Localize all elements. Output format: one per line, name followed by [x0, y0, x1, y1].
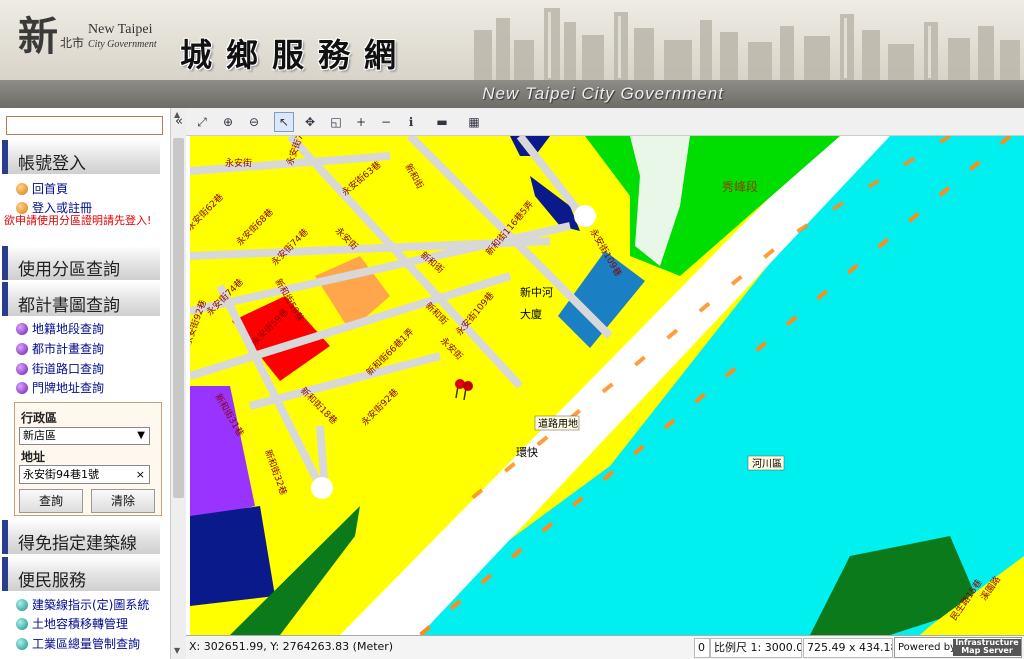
map-scale: 比例尺 1: 3000.00 — [710, 638, 802, 658]
cul-de-sac — [574, 205, 596, 227]
place-label-building: 大廈 — [520, 307, 542, 321]
street-label: 永安街 — [438, 335, 466, 363]
pointer-icon[interactable]: ↖ — [274, 112, 294, 132]
street-label: 永安街 — [225, 157, 252, 169]
full-extent-icon[interactable]: ⤢ — [192, 112, 212, 132]
coordinate-readout: X: 302651.99, Y: 2764263.83 (Meter) — [189, 640, 394, 653]
purple-bullet-icon — [16, 382, 28, 394]
street-label: 新和街 — [402, 162, 426, 191]
section-account-login[interactable]: 帳號登入 — [2, 140, 160, 174]
street-label: 永安街109巷 — [453, 289, 496, 337]
link-industrial-zone-control[interactable]: 工業區總量管制查詢 — [16, 635, 140, 652]
logo-sub: 北市 — [60, 36, 85, 50]
place-label-river-zone: 河川區 — [752, 458, 782, 470]
logo-english-name: New Taipei — [88, 22, 153, 37]
skyline-graphic — [474, 8, 1020, 80]
street-label: 永安街92巷 — [190, 298, 209, 347]
link-home[interactable]: 回首頁 — [16, 180, 68, 197]
link-floor-area-transfer[interactable]: 土地容積移轉管理 — [16, 615, 128, 632]
street-label: 永安街74巷 — [269, 226, 311, 268]
query-button[interactable]: 查詢 — [19, 489, 83, 513]
place-label-expressway: 環快 — [516, 446, 538, 459]
teal-bullet-icon — [16, 618, 28, 630]
purple-bullet-icon — [16, 363, 28, 375]
map-toolbar: ⤢ ⊕ ⊖ ↖ ✥ ◱ + − ℹ ▬ ▦ — [186, 108, 1024, 136]
clear-input-icon[interactable]: × — [136, 466, 145, 483]
street-label: 永安街62巷 — [190, 191, 226, 233]
link-intersection-query[interactable]: 街道路口查詢 — [16, 360, 104, 377]
measure-icon[interactable]: ▬ — [432, 112, 452, 132]
zoom-out-tool-icon[interactable]: ⊖ — [244, 112, 264, 132]
link-address-query[interactable]: 門牌地址查詢 — [16, 379, 104, 396]
district-select[interactable]: 新店區 ▼ — [19, 427, 150, 445]
purple-bullet-icon — [16, 343, 28, 355]
status-bar: X: 302651.99, Y: 2764263.83 (Meter) 0 比例… — [186, 635, 1024, 659]
link-building-line-system[interactable]: 建築線指示(定)圖系統 — [16, 596, 149, 613]
street-label: 永安街63巷 — [339, 159, 383, 199]
address-label: 地址 — [21, 450, 46, 464]
site-title: 城鄉服務網 — [180, 36, 411, 74]
navy-zone-left — [190, 506, 275, 606]
place-label-building: 新中河 — [520, 285, 553, 299]
clear-button[interactable]: 清除 — [91, 489, 155, 513]
street-label: 永安街68巷 — [234, 206, 276, 248]
district-label: 行政區 — [21, 411, 58, 425]
orange-bullet-icon — [16, 183, 28, 195]
zoom-out-icon[interactable]: − — [376, 112, 396, 132]
identify-icon[interactable]: ℹ — [401, 112, 421, 132]
login-notice: 欲申請使用分區證明請先登入! — [4, 214, 152, 227]
powered-by-badge: Powered by Infrastructure Map Server — [894, 637, 1022, 658]
link-urban-plan-query[interactable]: 都市計畫查詢 — [16, 340, 104, 357]
teal-bullet-icon — [16, 638, 28, 650]
place-label-road-land: 道路用地 — [538, 417, 578, 430]
map-svg: 永安街 永安街75巷 永安街63巷 新和街 永安街62巷 永安街68巷 永安街7… — [190, 136, 1024, 635]
section-citizen-service[interactable]: 便民服務 — [2, 557, 160, 591]
zoom-in-tool-icon[interactable]: ⊕ — [218, 112, 238, 132]
status-zero: 0 — [694, 638, 710, 658]
powered-by-text: Powered by — [898, 642, 956, 653]
street-label: 新和街32巷 — [262, 448, 290, 497]
sidebar: 帳號登入 回首頁 登入或註冊 欲申請使用分區證明請先登入! 使用分區查詢 都計書… — [0, 108, 186, 659]
map-extent-size: 725.49 x 434.18 ( — [803, 638, 893, 658]
map-canvas[interactable]: 永安街 永安街75巷 永安街63巷 新和街 永安街62巷 永安街68巷 永安街7… — [190, 136, 1024, 635]
logo-english-sub: City Government — [88, 39, 157, 50]
zoom-in-icon[interactable]: + — [351, 112, 371, 132]
sidebar-scrollbar[interactable]: ▲ ▼ — [170, 108, 186, 659]
orange-bullet-icon — [16, 202, 28, 214]
address-query-form: 行政區 新店區 ▼ 地址 永安街94巷1號 × 查詢 清除 — [14, 402, 162, 516]
address-input[interactable]: 永安街94巷1號 × — [19, 465, 150, 484]
section-exempt-building-line[interactable]: 得免指定建築線 — [2, 520, 160, 554]
scrollbar-thumb[interactable] — [173, 138, 184, 498]
section-zoning-query[interactable]: 使用分區查詢 — [2, 246, 160, 280]
logo-mark: 新 — [18, 13, 58, 60]
pan-icon[interactable]: ✥ — [300, 112, 320, 132]
cul-de-sac — [311, 477, 333, 499]
collapse-sidebar-button[interactable]: « — [172, 113, 186, 131]
link-cadastral-query[interactable]: 地籍地段查詢 — [16, 320, 104, 337]
header-band-text: New Taipei City Government — [482, 84, 724, 103]
chevron-down-icon: ▼ — [137, 430, 145, 441]
teal-bullet-icon — [16, 599, 28, 611]
map-pin-icon[interactable] — [455, 379, 473, 401]
sidebar-search-input[interactable] — [6, 116, 163, 135]
place-label-peak: 秀峰段 — [722, 179, 758, 194]
ims-logo: Infrastructure Map Server — [953, 639, 1021, 656]
scroll-down-icon[interactable]: ▼ — [174, 646, 180, 655]
street-label: 永安街92巷 — [359, 386, 401, 428]
print-icon[interactable]: ▦ — [464, 112, 484, 132]
section-plan-map-query[interactable]: 都計書圖查詢 — [2, 282, 160, 316]
zoom-box-icon[interactable]: ◱ — [326, 112, 346, 132]
purple-bullet-icon — [16, 323, 28, 335]
